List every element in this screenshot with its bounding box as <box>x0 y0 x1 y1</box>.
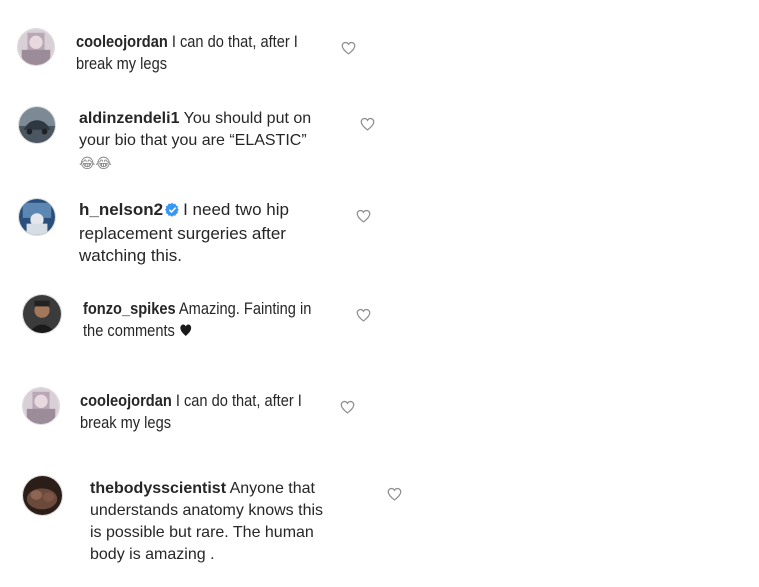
heart-outline-icon[interactable] <box>360 117 375 131</box>
heart-outline-icon[interactable] <box>387 487 402 501</box>
comment-text: cooleojordan I can do that, after I brea… <box>80 390 364 434</box>
comment-body-line: You should put on <box>183 110 312 127</box>
comment-username[interactable]: thebodysscientist <box>90 480 226 497</box>
user-avatar[interactable] <box>22 294 62 334</box>
heart-outline-icon[interactable] <box>341 41 356 55</box>
user-avatar[interactable] <box>18 106 56 144</box>
comment-body-line: break my legs <box>80 413 172 432</box>
comment-body-line: I need two hip <box>183 200 289 219</box>
user-avatar[interactable] <box>22 387 60 425</box>
user-avatar[interactable] <box>22 475 63 516</box>
comment-body-line: Amazing. Fainting in <box>178 299 312 318</box>
comment-username[interactable]: fonzo_spikes <box>83 299 176 318</box>
comment-body-line: I can do that, after I <box>175 391 302 410</box>
comment-text: thebodysscientist Anyone that understand… <box>90 478 410 566</box>
emoji: 😂😂 <box>79 155 112 171</box>
comment-body-line: replacement surgeries after <box>79 224 286 243</box>
comment-body-line: Anyone that <box>229 480 315 497</box>
comment-body-line: your bio that you are “ELASTIC” <box>79 132 307 149</box>
comment-body-line: understands anatomy knows this <box>90 502 324 519</box>
verified-badge-icon <box>165 201 180 223</box>
heart-outline-icon[interactable] <box>356 308 371 322</box>
comment-text: aldinzendeli1 You should put on your bio… <box>79 108 379 175</box>
user-avatar[interactable] <box>18 198 56 236</box>
comment-text: cooleojordan I can do that, after I brea… <box>76 31 360 75</box>
comment-username[interactable]: h_nelson2 <box>79 200 163 219</box>
comment-body-line: I can do that, after I <box>171 32 298 51</box>
black-heart-icon <box>179 321 192 343</box>
comment-body-line: watching this. <box>79 246 182 265</box>
comment-body-line: the comments <box>83 321 175 340</box>
comment-body-line: body is amazing . <box>90 546 215 563</box>
comment-body-line: break my legs <box>76 54 168 73</box>
user-avatar[interactable] <box>17 28 55 66</box>
comment-body-line: is possible but rare. The human <box>90 524 314 541</box>
comment-username[interactable]: aldinzendeli1 <box>79 110 179 127</box>
heart-outline-icon[interactable] <box>340 400 355 414</box>
heart-outline-icon[interactable] <box>356 209 371 223</box>
comment-text: fonzo_spikes Amazing. Fainting in the co… <box>83 298 375 343</box>
comment-username[interactable]: cooleojordan <box>76 32 168 51</box>
comment-text: h_nelson2 I need two hip replacement surg… <box>79 199 379 267</box>
comment-username[interactable]: cooleojordan <box>80 391 172 410</box>
